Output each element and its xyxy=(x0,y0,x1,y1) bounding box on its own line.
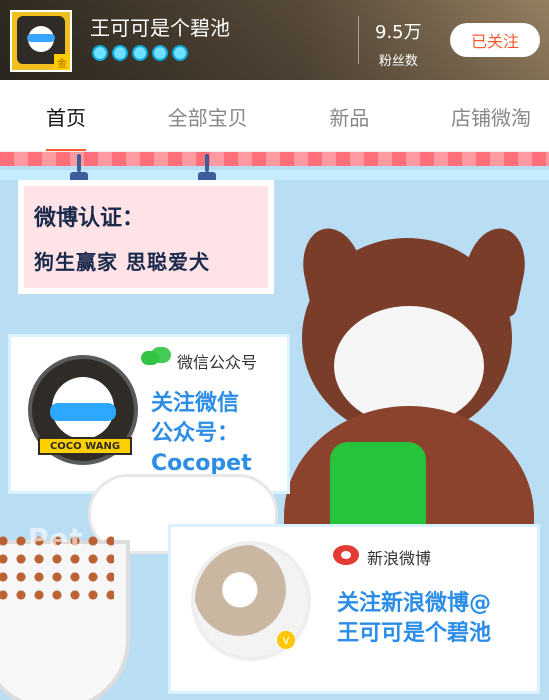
logo-ribbon: COCO WANG xyxy=(38,437,132,455)
wechat-text: 关注微信 公众号： Cocopet xyxy=(151,389,252,479)
fans-label: 粉丝数 xyxy=(378,54,418,69)
blue-crown-icon xyxy=(152,45,168,61)
weibo-line-2: 王可可是个碧池 xyxy=(337,621,492,646)
weibo-certification-tag: 微博认证： 狗生赢家 思聪爱犬 xyxy=(18,180,274,294)
wechat-label: 微信公众号 xyxy=(177,353,258,372)
shop-name: 王可可是个碧池 xyxy=(90,16,230,40)
avatar-sunglasses-icon xyxy=(27,34,55,42)
tab-store-feed[interactable]: 店铺微淘 xyxy=(451,102,531,131)
follow-button[interactable]: 已关注 xyxy=(450,23,540,57)
blue-crown-icon xyxy=(112,45,128,61)
weibo-text: 关注新浪微博@ 王可可是个碧池 xyxy=(337,589,491,649)
banner-stripe xyxy=(0,152,549,166)
blue-crown-icon xyxy=(132,45,148,61)
shop-header: 金 王可可是个碧池 9.5万 粉丝数 已关注 xyxy=(0,0,549,80)
wechat-line-1: 关注微信 xyxy=(151,391,240,416)
logo-sunglasses-icon xyxy=(50,403,116,421)
wechat-card[interactable]: COCO WANG 微信公众号 关注微信 公众号： Cocopet xyxy=(8,334,290,494)
tab-home[interactable]: 首页 xyxy=(46,102,86,152)
weibo-card[interactable]: v 新浪微博 关注新浪微博@ 王可可是个碧池 xyxy=(168,524,540,694)
tab-all-items[interactable]: 全部宝贝 xyxy=(168,102,248,131)
fans-stats: 9.5万 粉丝数 xyxy=(375,18,422,69)
weibo-label: 新浪微博 xyxy=(367,549,432,568)
header-divider xyxy=(358,16,359,64)
wechat-icon xyxy=(141,347,171,369)
fans-count: 9.5万 xyxy=(375,22,422,43)
certification-title: 微博认证： xyxy=(34,206,145,231)
gold-badge: 金 xyxy=(54,54,70,70)
blue-crown-icon xyxy=(172,45,188,61)
shop-avatar[interactable]: 金 xyxy=(10,10,72,72)
tab-new[interactable]: 新品 xyxy=(329,102,369,131)
vip-level-icons xyxy=(92,45,188,61)
shop-tabs: 首页 全部宝贝 新品 店铺微淘 xyxy=(0,80,549,152)
weibo-icon xyxy=(333,545,359,565)
blue-crown-icon xyxy=(92,45,108,61)
certification-body: 狗生赢家 思聪爱犬 xyxy=(34,250,210,274)
weibo-line-1: 关注新浪微博@ xyxy=(337,591,492,616)
verified-badge-icon: v xyxy=(277,631,295,649)
coco-wang-logo: COCO WANG xyxy=(28,355,138,465)
shop-banner[interactable]: 微博认证： 狗生赢家 思聪爱犬 COCO WANG 微信公众号 关注微信 公众号… xyxy=(0,152,549,700)
wechat-line-2: 公众号： xyxy=(151,421,240,446)
pet-word: Pet xyxy=(28,522,84,555)
